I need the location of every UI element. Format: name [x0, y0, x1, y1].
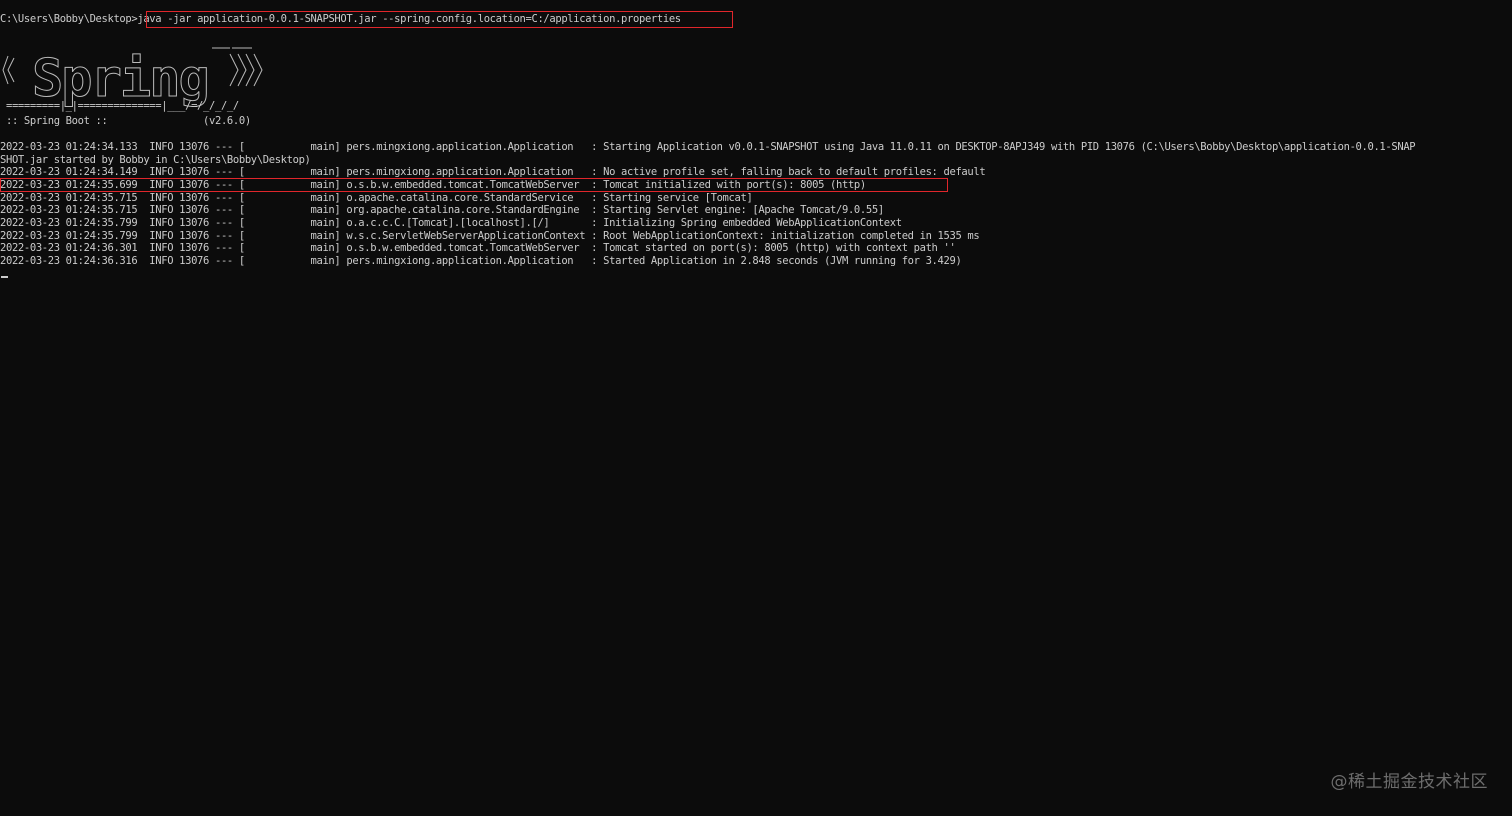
log-line: SHOT.jar started by Bobby in C:\Users\Bo…	[0, 153, 311, 166]
terminal-console[interactable]: C:\Users\Bobby\Desktop>java -jar applica…	[0, 0, 1512, 816]
log-line: 2022-03-23 01:24:35.799 INFO 13076 --- […	[0, 229, 980, 242]
log-line: 2022-03-23 01:24:35.715 INFO 13076 --- […	[0, 191, 753, 204]
prompt-path: C:\Users\Bobby\Desktop>	[0, 13, 138, 25]
banner-boot-version: :: Spring Boot :: (v2.6.0)	[0, 115, 251, 127]
log-line: 2022-03-23 01:24:36.301 INFO 13076 --- […	[0, 242, 956, 254]
log-line: 2022-03-23 01:24:36.316 INFO 13076 --- […	[0, 255, 962, 267]
log-line: 2022-03-23 01:24:34.133 INFO 13076 --- […	[0, 141, 1416, 153]
log-line: 2022-03-23 01:24:35.715 INFO 13076 --- […	[0, 204, 884, 216]
command-highlight-box	[146, 11, 733, 28]
text-cursor	[1, 276, 8, 278]
log-line: 2022-03-23 01:24:34.149 INFO 13076 --- […	[0, 166, 986, 178]
watermark-text: @稀土掘金技术社区	[1330, 772, 1488, 792]
log-line: 2022-03-23 01:24:35.799 INFO 13076 --- […	[0, 217, 902, 229]
banner-separator: =========|_|==============|___/=/_/_/_/	[0, 100, 239, 112]
tomcat-port-highlight-box	[0, 178, 948, 192]
